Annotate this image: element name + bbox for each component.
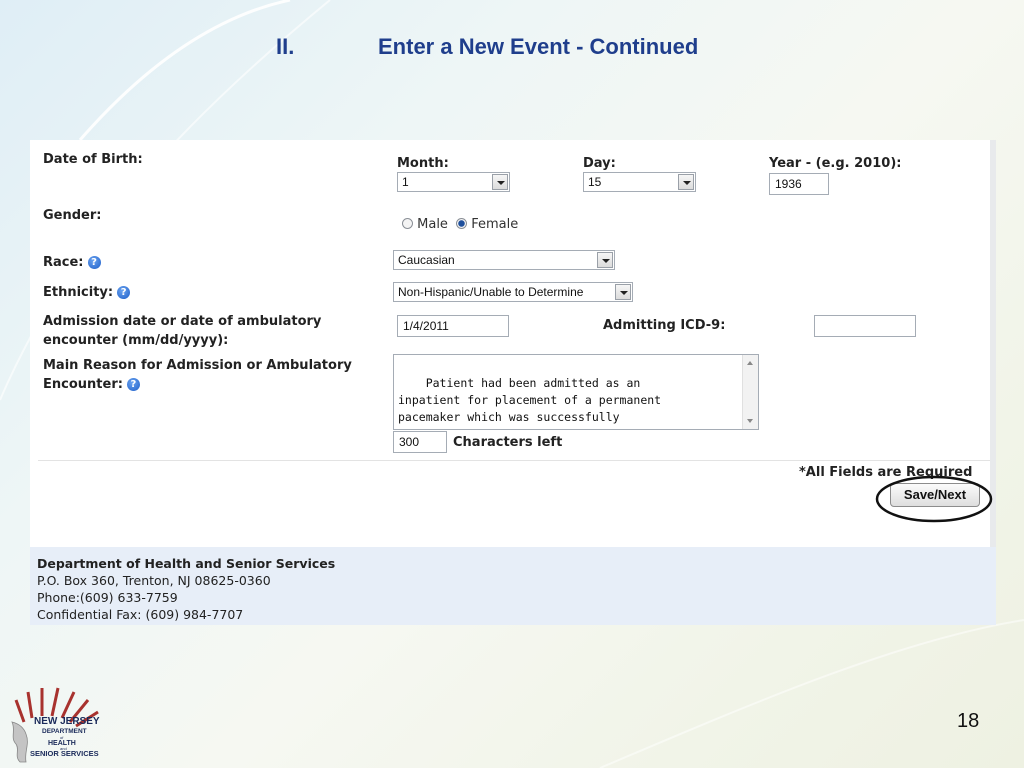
footer-phone: Phone:(609) 633-7759 — [37, 590, 178, 605]
main-reason-label-line2: Encounter: — [43, 377, 123, 392]
page-number: 18 — [957, 710, 980, 732]
radio-icon-male[interactable] — [402, 218, 413, 229]
day-select[interactable]: 15 — [583, 172, 696, 192]
main-reason-label: Main Reason for Admission or Ambulatory … — [43, 356, 352, 394]
race-value: Caucasian — [398, 253, 455, 267]
footer-address: P.O. Box 360, Trenton, NJ 08625-0360 — [37, 573, 271, 588]
admitting-icd9-label: Admitting ICD-9: — [603, 318, 726, 333]
admission-date-label: Admission date or date of ambulatory enc… — [43, 312, 321, 350]
main-reason-label-line1: Main Reason for Admission or Ambulatory — [43, 358, 352, 373]
scroll-up-arrow-icon[interactable] — [747, 361, 753, 365]
gender-option-female: Female — [471, 217, 519, 232]
dropdown-arrow-icon[interactable] — [615, 284, 631, 300]
event-form-panel: Date of Birth: Month: 1 Day: 15 Year - (… — [30, 140, 996, 625]
help-icon[interactable]: ? — [87, 256, 101, 269]
day-label: Day: — [583, 156, 616, 171]
admitting-icd9-input[interactable] — [814, 315, 916, 337]
dropdown-arrow-icon[interactable] — [492, 174, 508, 190]
footer-fax: Confidential Fax: (609) 984-7707 — [37, 607, 244, 622]
ethnicity-label-text: Ethnicity: — [43, 285, 114, 300]
save-next-button[interactable]: Save/Next — [890, 483, 980, 507]
main-reason-textarea[interactable]: Patient had been admitted as an inpatien… — [393, 354, 759, 430]
admission-date-label-line1: Admission date or date of ambulatory — [43, 314, 322, 329]
race-label: Race:? — [43, 253, 101, 272]
radio-icon-female[interactable] — [456, 218, 468, 229]
month-label: Month: — [397, 156, 449, 171]
logo-line1: NEW JERSEY — [34, 716, 100, 727]
gender-label: Gender: — [43, 208, 102, 223]
panel-edge — [990, 140, 996, 547]
dropdown-arrow-icon[interactable] — [678, 174, 694, 190]
slide-title-text: Enter a New Event - Continued — [378, 34, 699, 59]
logo-line6: SENIOR SERVICES — [30, 749, 99, 758]
year-input[interactable]: 1936 — [769, 173, 829, 195]
required-fields-note: *All Fields are Required — [799, 465, 973, 480]
ethnicity-select[interactable]: Non-Hispanic/Unable to Determine — [393, 282, 633, 302]
main-reason-text: Patient had been admitted as an inpatien… — [398, 376, 662, 429]
characters-left-label: Characters left — [453, 435, 563, 450]
race-select[interactable]: Caucasian — [393, 250, 615, 270]
race-label-text: Race: — [43, 255, 84, 270]
dob-label: Date of Birth: — [43, 152, 143, 167]
month-value: 1 — [402, 175, 409, 189]
gender-option-male: Male — [417, 217, 448, 232]
slide-title: II. Enter a New Event - Continued — [0, 34, 1024, 62]
admission-date-input[interactable]: 1/4/2011 — [397, 315, 509, 337]
ethnicity-value: Non-Hispanic/Unable to Determine — [398, 285, 584, 299]
month-select[interactable]: 1 — [397, 172, 510, 192]
ethnicity-label: Ethnicity:? — [43, 283, 131, 302]
gender-radio-group: Male Female — [402, 217, 518, 232]
slide-title-number: II. — [276, 34, 295, 59]
dropdown-arrow-icon[interactable] — [597, 252, 613, 268]
logo-line2: DEPARTMENT — [42, 728, 87, 735]
textarea-scrollbar[interactable] — [742, 355, 758, 429]
year-label: Year - (e.g. 2010): — [769, 156, 902, 171]
day-value: 15 — [588, 175, 602, 189]
admission-date-label-line2: encounter (mm/dd/yyyy): — [43, 333, 229, 348]
nj-health-logo-icon: NEW JERSEY DEPARTMENT of HEALTH and SENI… — [11, 687, 100, 763]
footer-org-name: Department of Health and Senior Services — [37, 556, 336, 571]
help-icon[interactable]: ? — [126, 378, 140, 391]
help-icon[interactable]: ? — [117, 286, 131, 299]
footer-contact: Department of Health and Senior Services… — [30, 547, 996, 625]
characters-left-input: 300 — [393, 431, 447, 453]
scroll-down-arrow-icon[interactable] — [747, 419, 753, 423]
form-divider — [38, 460, 990, 461]
